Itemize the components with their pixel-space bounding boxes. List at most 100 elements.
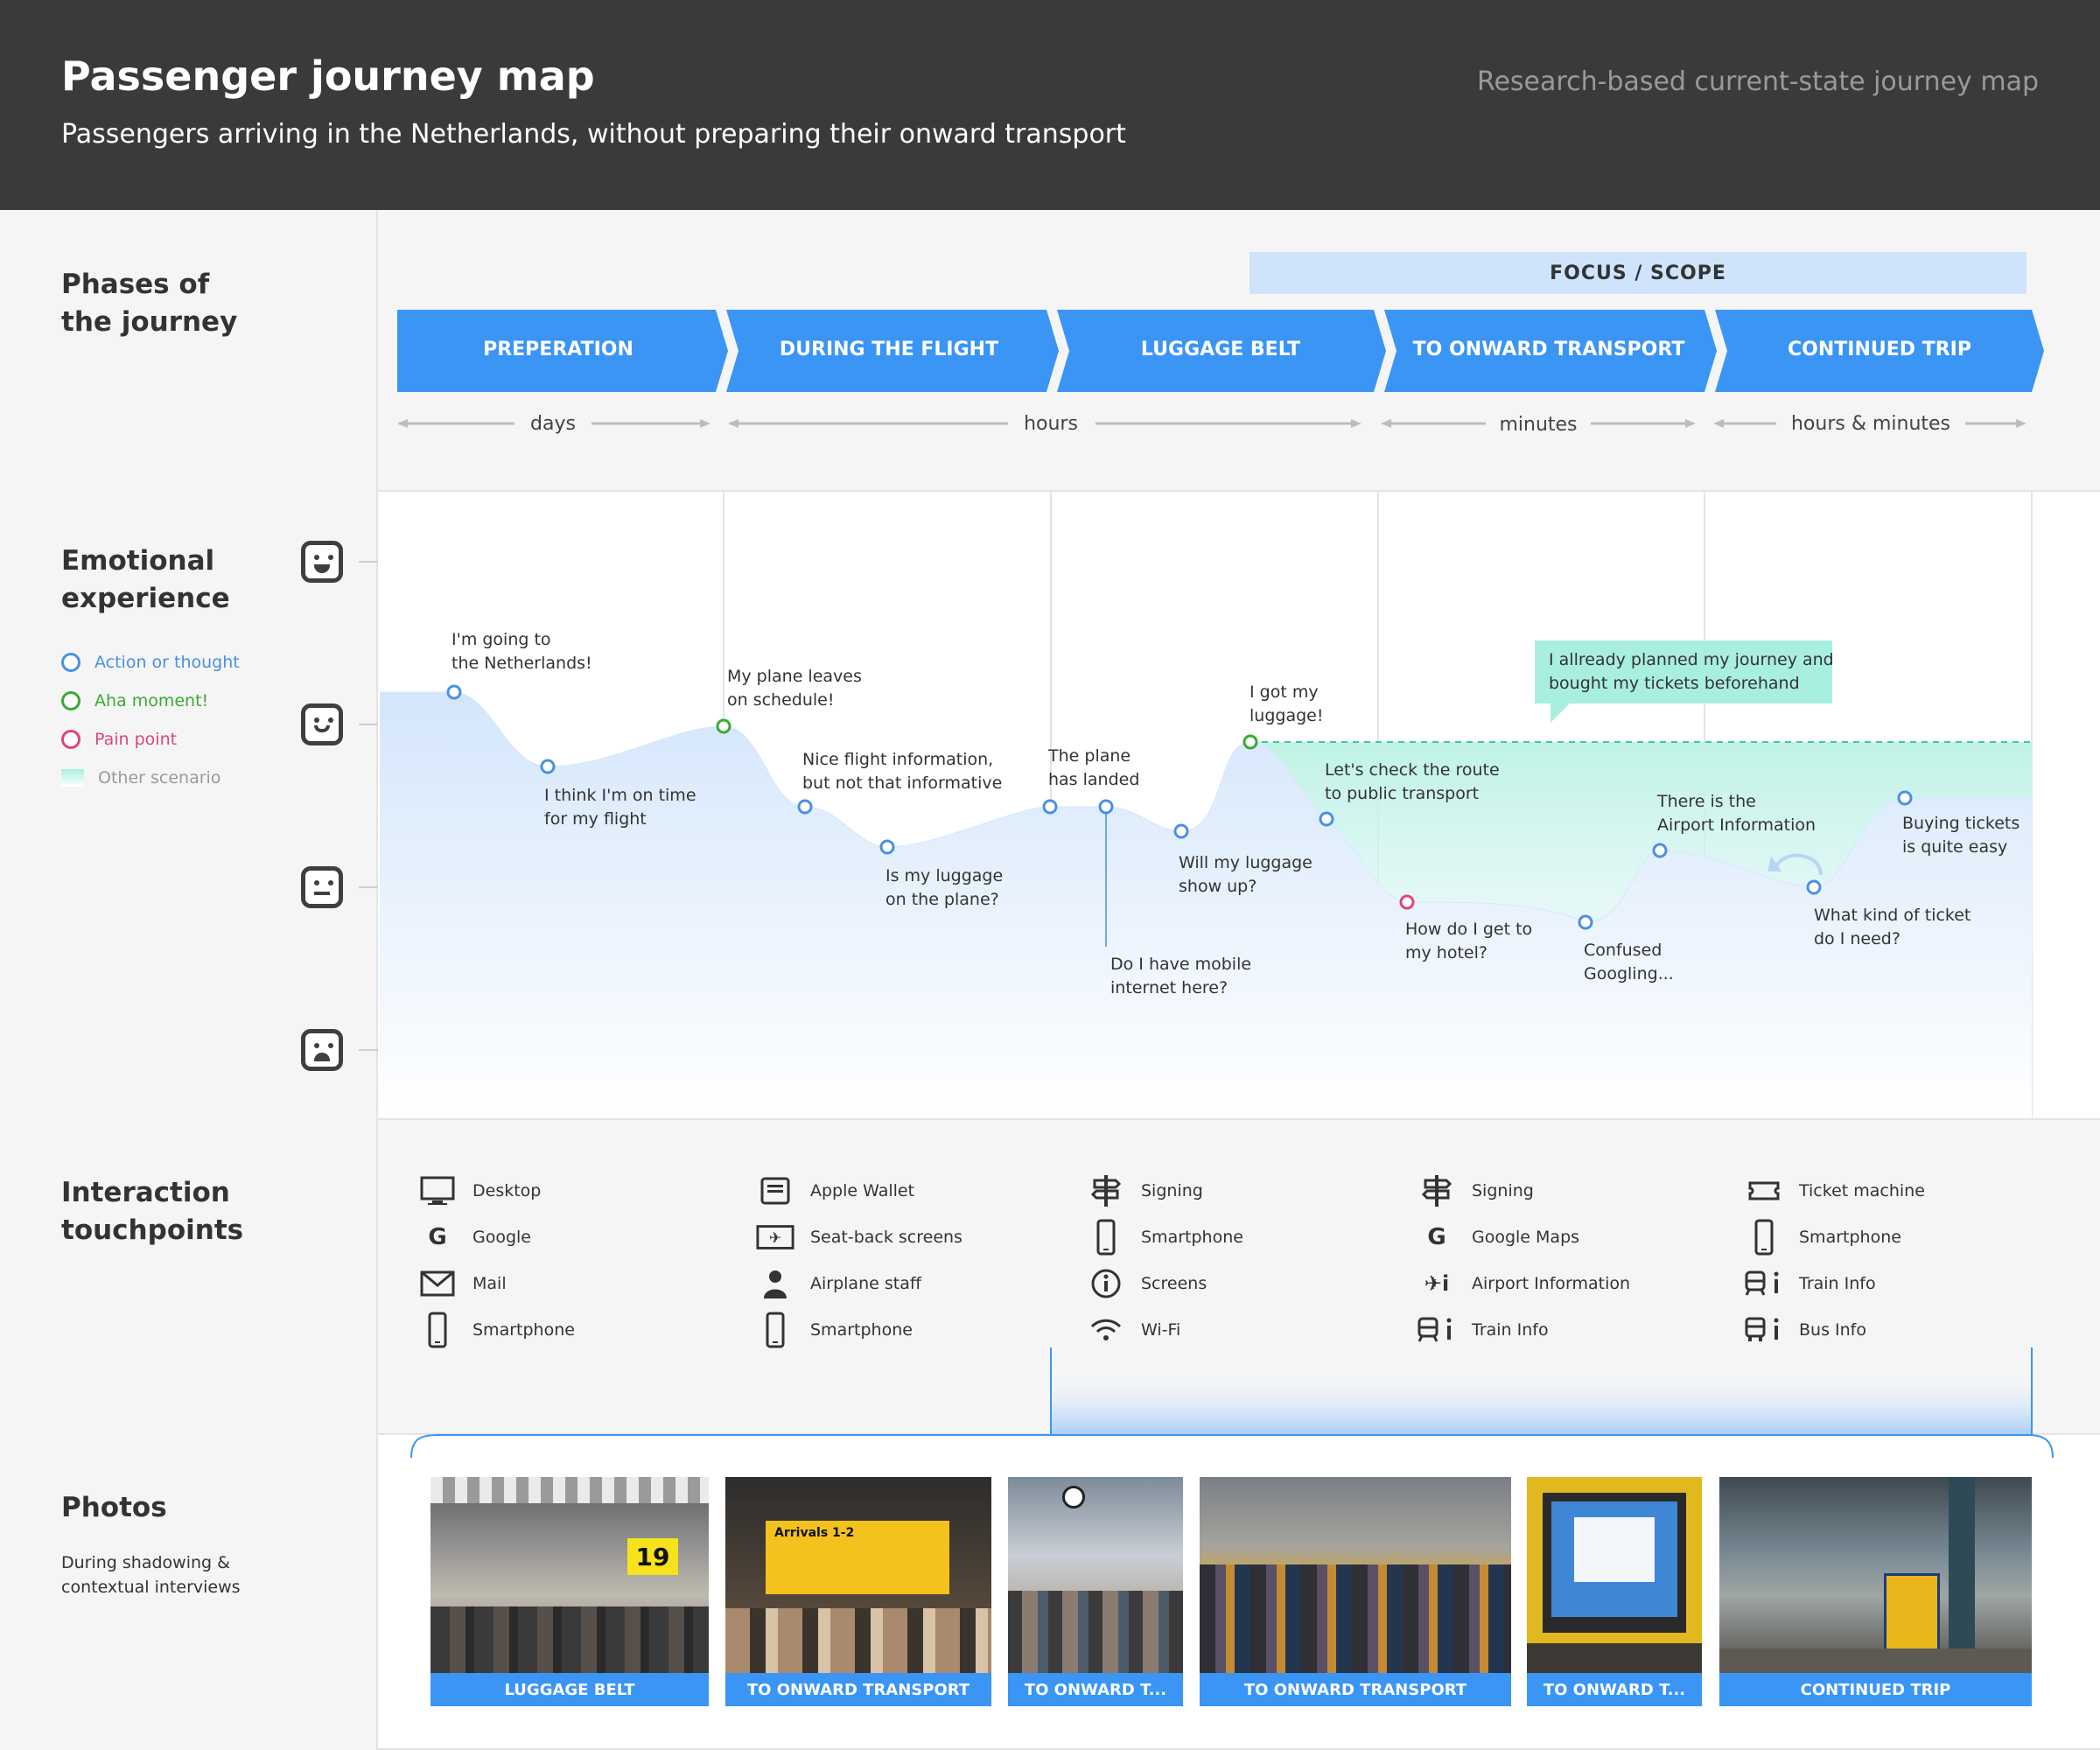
onward-transport-screen-photo xyxy=(1527,1477,1702,1675)
touchpoint-label: Smartphone xyxy=(1799,1227,1901,1247)
duration-label-3: minutes xyxy=(1499,414,1577,436)
point-8 xyxy=(1173,823,1189,839)
photo-caption: TO ONWARD T... xyxy=(1008,1673,1183,1706)
wifi-icon xyxy=(1087,1311,1125,1349)
person-icon xyxy=(756,1264,794,1303)
touchpoint-smartphone: Smartphone xyxy=(1745,1214,1925,1260)
seatback-screen-icon: ✈ xyxy=(756,1218,794,1256)
smartphone-icon xyxy=(418,1311,457,1349)
signpost-icon xyxy=(1418,1172,1456,1210)
touchpoint-label: Seat-back screens xyxy=(810,1227,962,1247)
touchpoint-smartphone: Smartphone xyxy=(418,1306,575,1353)
point-4 xyxy=(797,799,813,815)
point-label-9: I got my luggage! xyxy=(1250,682,1323,725)
touchpoints-column-5: Ticket machine Smartphone Train Info Bus… xyxy=(1745,1167,1925,1353)
point-7 xyxy=(1098,799,1114,815)
photo-caption: LUGGAGE BELT xyxy=(430,1673,709,1706)
touchpoints-column-3: Signing Smartphone Screens Wi-Fi xyxy=(1087,1167,1243,1353)
touchpoint-label: Train Info xyxy=(1472,1320,1549,1340)
point-9 xyxy=(1242,734,1258,750)
touchpoints-column-1: Desktop G Google Mail Smartphone xyxy=(418,1167,575,1353)
point-11 xyxy=(1399,894,1415,910)
touchpoint-label: Desktop xyxy=(472,1180,542,1200)
photo-onward-transport-hall: TO ONWARD T... xyxy=(1008,1477,1183,1706)
point-2 xyxy=(540,759,556,774)
touchpoint-google: G Google xyxy=(418,1214,575,1260)
point-label-6: The plane has landed xyxy=(1047,746,1139,789)
arrivals-sign: Arrivals 1-2 xyxy=(766,1521,949,1594)
info-icon xyxy=(1087,1264,1125,1303)
point-3 xyxy=(716,718,732,734)
photo-onward-transport-signs: Arrivals 1-2 TO ONWARD TRANSPORT xyxy=(725,1477,991,1706)
onward-transport-signs-photo: Arrivals 1-2 xyxy=(725,1477,991,1675)
touchpoint-train-info: Train Info xyxy=(1418,1306,1630,1353)
touchpoint-label: Google Maps xyxy=(1472,1227,1580,1247)
touchpoint-label: Smartphone xyxy=(472,1320,575,1340)
touchpoint-airplane-staff: Airplane staff xyxy=(756,1260,962,1306)
onward-transport-hall-photo xyxy=(1008,1477,1183,1675)
touchpoint-train-info: Train Info xyxy=(1745,1260,1925,1306)
duration-label-2: hours xyxy=(1024,413,1078,435)
touchpoint-wifi: Wi-Fi xyxy=(1087,1306,1243,1353)
point-5 xyxy=(879,839,895,855)
touchpoint-label: Bus Info xyxy=(1799,1320,1866,1340)
point-6 xyxy=(1042,799,1058,815)
photo-caption: TO ONWARD T... xyxy=(1527,1673,1702,1706)
touchpoint-label: Signing xyxy=(1141,1180,1203,1200)
duration-label-1: days xyxy=(530,413,576,435)
touchpoint-label: Google xyxy=(472,1227,532,1247)
onward-transport-plaza-photo xyxy=(1200,1477,1511,1675)
wallet-icon xyxy=(756,1172,794,1210)
photo-caption: TO ONWARD TRANSPORT xyxy=(1200,1673,1511,1706)
point-14 xyxy=(1806,879,1822,895)
touchpoint-label: Airplane staff xyxy=(810,1273,921,1293)
photo-group-bracket xyxy=(410,1434,2054,1459)
duration-label-4: hours & minutes xyxy=(1791,413,1950,435)
touchpoints-column-4: Signing G Google Maps ✈i Airport Informati… xyxy=(1418,1167,1630,1353)
photo-onward-transport-plaza: TO ONWARD TRANSPORT xyxy=(1200,1477,1511,1706)
touchpoint-mail: Mail xyxy=(418,1260,575,1306)
photo-luggage-belt: 19 LUGGAGE BELT xyxy=(430,1477,709,1706)
photo-caption: CONTINUED TRIP xyxy=(1719,1673,2032,1706)
point-13 xyxy=(1652,843,1668,858)
train-info-icon xyxy=(1745,1264,1783,1303)
phase-label-1: PREPERATION xyxy=(483,339,634,360)
smartphone-icon xyxy=(1087,1218,1125,1256)
touchpoint-bus-info: Bus Info xyxy=(1745,1306,1925,1353)
touchpoint-desktop: Desktop xyxy=(418,1167,575,1214)
train-info-icon xyxy=(1418,1311,1456,1349)
touchpoint-label: Airport Information xyxy=(1472,1273,1631,1293)
airport-info-icon: ✈i xyxy=(1424,1270,1450,1296)
bus-info-icon xyxy=(1745,1311,1783,1349)
point-label-3: My plane leaves on schedule! xyxy=(727,667,862,710)
google-icon: G xyxy=(1427,1223,1446,1250)
touchpoint-focus-highlight xyxy=(1051,1367,2032,1435)
touchpoint-google-maps: G Google Maps xyxy=(1418,1214,1630,1260)
touchpoint-seat-back-screens: ✈ Seat-back screens xyxy=(756,1214,962,1260)
smartphone-icon xyxy=(756,1311,794,1349)
touchpoint-label: Signing xyxy=(1472,1180,1534,1200)
ticket-icon xyxy=(1745,1172,1783,1210)
point-label-4: Nice flight information, but not that inf… xyxy=(802,750,1002,793)
desktop-icon xyxy=(418,1172,457,1210)
point-15 xyxy=(1897,790,1913,806)
mail-icon xyxy=(418,1264,457,1303)
signpost-icon xyxy=(1087,1172,1125,1210)
photo-caption: TO ONWARD TRANSPORT xyxy=(725,1673,991,1706)
touchpoint-smartphone: Smartphone xyxy=(1087,1214,1243,1260)
belt-number-sign: 19 xyxy=(627,1538,678,1575)
point-label-1: I'm going to the Netherlands! xyxy=(452,630,592,673)
touchpoint-signing: Signing xyxy=(1418,1167,1630,1214)
touchpoint-label: Smartphone xyxy=(1141,1227,1243,1247)
phase-label-5: CONTINUED TRIP xyxy=(1788,339,1971,360)
touchpoint-apple-wallet: Apple Wallet xyxy=(756,1167,962,1214)
point-1 xyxy=(446,684,462,700)
touchpoint-label: Wi-Fi xyxy=(1141,1320,1181,1340)
continued-trip-photo xyxy=(1719,1477,2032,1675)
touchpoint-label: Mail xyxy=(472,1273,507,1293)
touchpoint-label: Screens xyxy=(1141,1273,1208,1293)
touchpoint-screens: Screens xyxy=(1087,1260,1243,1306)
phase-label-2: DURING THE FLIGHT xyxy=(780,339,998,360)
phase-label-3: LUGGAGE BELT xyxy=(1141,339,1300,360)
touchpoint-label: Train Info xyxy=(1799,1273,1876,1293)
